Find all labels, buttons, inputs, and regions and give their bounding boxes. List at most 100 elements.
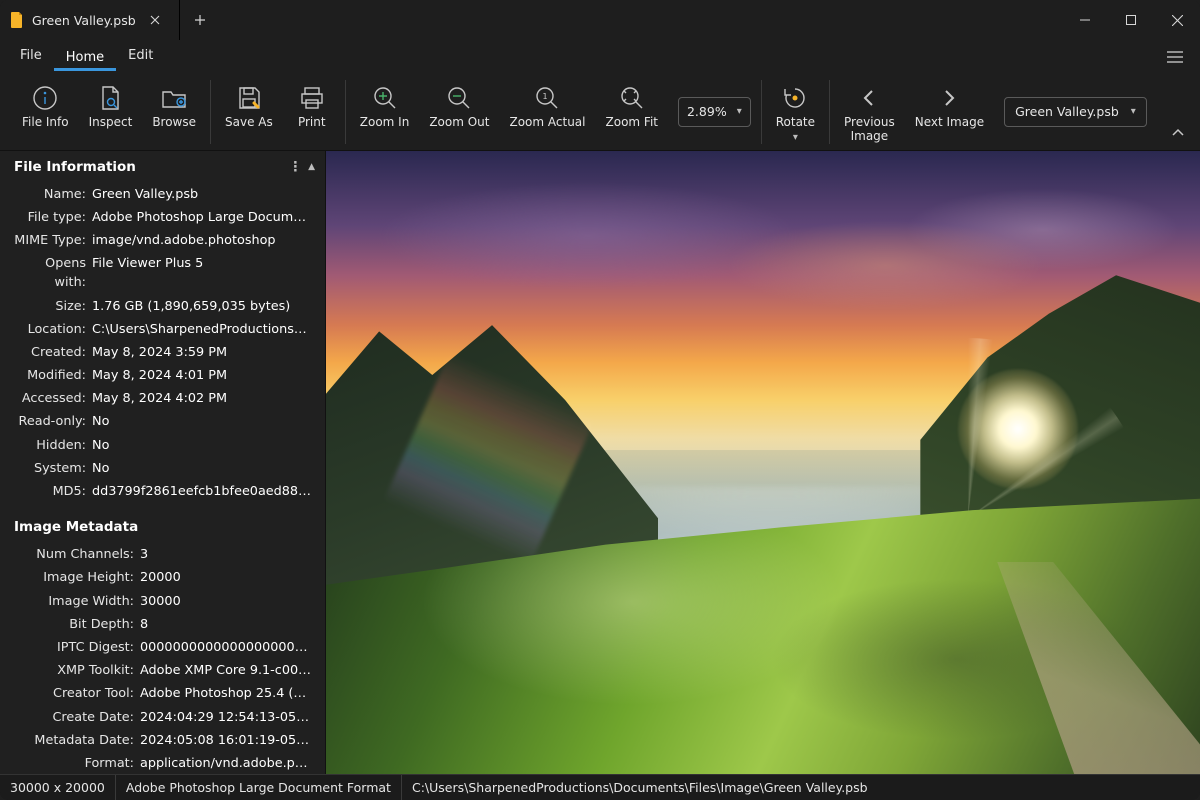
- new-tab-button[interactable]: [180, 0, 220, 40]
- zoom-out-button[interactable]: Zoom Out: [425, 80, 493, 130]
- property-key: Modified:: [14, 366, 92, 385]
- ribbon-section-nav: Previous Image Next Image Green Valley.p…: [830, 80, 1157, 144]
- collapse-ribbon-button[interactable]: [1164, 122, 1192, 144]
- tab-title: Green Valley.psb: [32, 13, 136, 28]
- property-row: System:No: [4, 457, 321, 480]
- property-row: Size:1.76 GB (1,890,659,035 bytes): [4, 295, 321, 318]
- ribbon-section-rotate: Rotate▾: [762, 80, 830, 144]
- print-button[interactable]: Print: [289, 80, 335, 130]
- ribbon-section-output: Save As Print: [211, 80, 346, 144]
- property-value: application/vnd.adobe.photos…: [140, 754, 311, 773]
- property-value: 30000: [140, 592, 311, 611]
- property-value: 20000: [140, 568, 311, 587]
- property-row: MD5:dd3799f2861eefcb1bfee0aed88d44f0: [4, 480, 321, 503]
- property-row: Creator Tool:Adobe Photoshop 25.4 (Macin…: [4, 682, 321, 705]
- save-icon: [235, 84, 263, 112]
- property-key: Size:: [14, 297, 92, 316]
- title-drag-area[interactable]: [220, 0, 1062, 40]
- property-row: MIME Type:image/vnd.adobe.photoshop: [4, 229, 321, 252]
- next-image-button[interactable]: Next Image: [911, 80, 988, 130]
- property-key: MIME Type:: [14, 231, 92, 250]
- file-info-button[interactable]: File Info: [18, 80, 73, 130]
- property-row: Modified:May 8, 2024 4:01 PM: [4, 364, 321, 387]
- property-row: Metadata Date:2024:05:08 16:01:19-05:00: [4, 729, 321, 752]
- status-dimensions: 30000 x 20000: [0, 775, 116, 800]
- property-value: 8: [140, 615, 311, 634]
- property-key: Name:: [14, 185, 92, 204]
- inspect-button[interactable]: Inspect: [85, 80, 137, 130]
- property-row: Name:Green Valley.psb: [4, 183, 321, 206]
- property-value: May 8, 2024 4:01 PM: [92, 366, 311, 385]
- property-row: File type:Adobe Photoshop Large Document…: [4, 206, 321, 229]
- menu-file[interactable]: File: [8, 42, 54, 72]
- rotate-button[interactable]: Rotate▾: [772, 80, 819, 144]
- panel-collapse-icon[interactable]: ▲: [308, 162, 315, 172]
- property-row: XMP Toolkit:Adobe XMP Core 9.1-c002 79.f…: [4, 659, 321, 682]
- property-row: Location:C:\Users\SharpenedProductions\D…: [4, 318, 321, 341]
- property-row: Image Width:30000: [4, 590, 321, 613]
- chevron-down-icon: ▾: [793, 132, 798, 143]
- close-button[interactable]: [1154, 0, 1200, 40]
- zoom-in-button[interactable]: Zoom In: [356, 80, 414, 130]
- property-value: Adobe Photoshop Large Document Fo…: [92, 208, 311, 227]
- menu-home[interactable]: Home: [54, 44, 116, 71]
- chevron-down-icon: ▾: [737, 106, 742, 117]
- property-row: Accessed:May 8, 2024 4:02 PM: [4, 387, 321, 410]
- info-sidebar: File Information ⋮ ▲ Name:Green Valley.p…: [0, 151, 326, 774]
- zoom-level-select[interactable]: 2.89% ▾: [678, 97, 751, 127]
- property-value: 3: [140, 545, 311, 564]
- property-value: No: [92, 412, 311, 431]
- menu-more-button[interactable]: [1158, 40, 1192, 74]
- zoom-actual-icon: 1: [533, 84, 561, 112]
- property-row: Format:application/vnd.adobe.photos…: [4, 752, 321, 775]
- property-row: Bit Depth:8: [4, 613, 321, 636]
- property-key: IPTC Digest:: [14, 638, 140, 657]
- property-value: Adobe Photoshop 25.4 (Macint…: [140, 684, 311, 703]
- property-row: Hidden:No: [4, 434, 321, 457]
- ribbon-section-zoom: Zoom In Zoom Out 1 Zoom Actual Zoom Fit …: [346, 80, 762, 144]
- property-key: Hidden:: [14, 436, 92, 455]
- content-area: File Information ⋮ ▲ Name:Green Valley.p…: [0, 151, 1200, 774]
- property-value: 1.76 GB (1,890,659,035 bytes): [92, 297, 311, 316]
- property-key: Read-only:: [14, 412, 92, 431]
- panel-more-icon[interactable]: ⋮: [289, 159, 303, 175]
- zoom-actual-button[interactable]: 1 Zoom Actual: [505, 80, 589, 130]
- property-value: C:\Users\SharpenedProductions\Docu…: [92, 320, 311, 339]
- inspect-icon: [96, 84, 124, 112]
- document-tab[interactable]: Green Valley.psb: [0, 0, 180, 40]
- image-viewer[interactable]: [326, 151, 1200, 774]
- property-key: Num Channels:: [14, 545, 140, 564]
- image-preview: [326, 151, 1200, 774]
- tab-close-button[interactable]: [145, 10, 165, 30]
- save-as-button[interactable]: Save As: [221, 80, 277, 130]
- property-row: Opens with:File Viewer Plus 5: [4, 252, 321, 294]
- menu-edit[interactable]: Edit: [116, 42, 165, 72]
- previous-image-button[interactable]: Previous Image: [840, 80, 899, 144]
- maximize-button[interactable]: [1108, 0, 1154, 40]
- info-icon: [31, 84, 59, 112]
- file-info-list: Name:Green Valley.psbFile type:Adobe Pho…: [0, 181, 325, 512]
- file-icon: [10, 12, 24, 28]
- property-value: Green Valley.psb: [92, 185, 311, 204]
- zoom-fit-button[interactable]: Zoom Fit: [602, 80, 662, 130]
- zoom-level-value: 2.89%: [687, 104, 727, 119]
- property-row: Read-only:No: [4, 410, 321, 433]
- property-row: Num Channels:3: [4, 543, 321, 566]
- property-key: Metadata Date:: [14, 731, 140, 750]
- window-controls: [1062, 0, 1200, 40]
- file-select[interactable]: Green Valley.psb ▾: [1004, 97, 1147, 127]
- chevron-right-icon: [935, 84, 963, 112]
- property-key: Image Width:: [14, 592, 140, 611]
- ribbon-toolbar: File Info Inspect Browse Save As Print: [0, 74, 1200, 151]
- property-key: Create Date:: [14, 708, 140, 727]
- property-key: Location:: [14, 320, 92, 339]
- minimize-button[interactable]: [1062, 0, 1108, 40]
- property-key: Format:: [14, 754, 140, 773]
- zoom-fit-icon: [618, 84, 646, 112]
- status-format: Adobe Photoshop Large Document Format: [116, 775, 402, 800]
- image-metadata-list: Num Channels:3Image Height:20000Image Wi…: [0, 541, 325, 800]
- file-select-value: Green Valley.psb: [1015, 104, 1119, 119]
- browse-button[interactable]: Browse: [148, 80, 200, 130]
- folder-icon: [160, 84, 188, 112]
- property-key: File type:: [14, 208, 92, 227]
